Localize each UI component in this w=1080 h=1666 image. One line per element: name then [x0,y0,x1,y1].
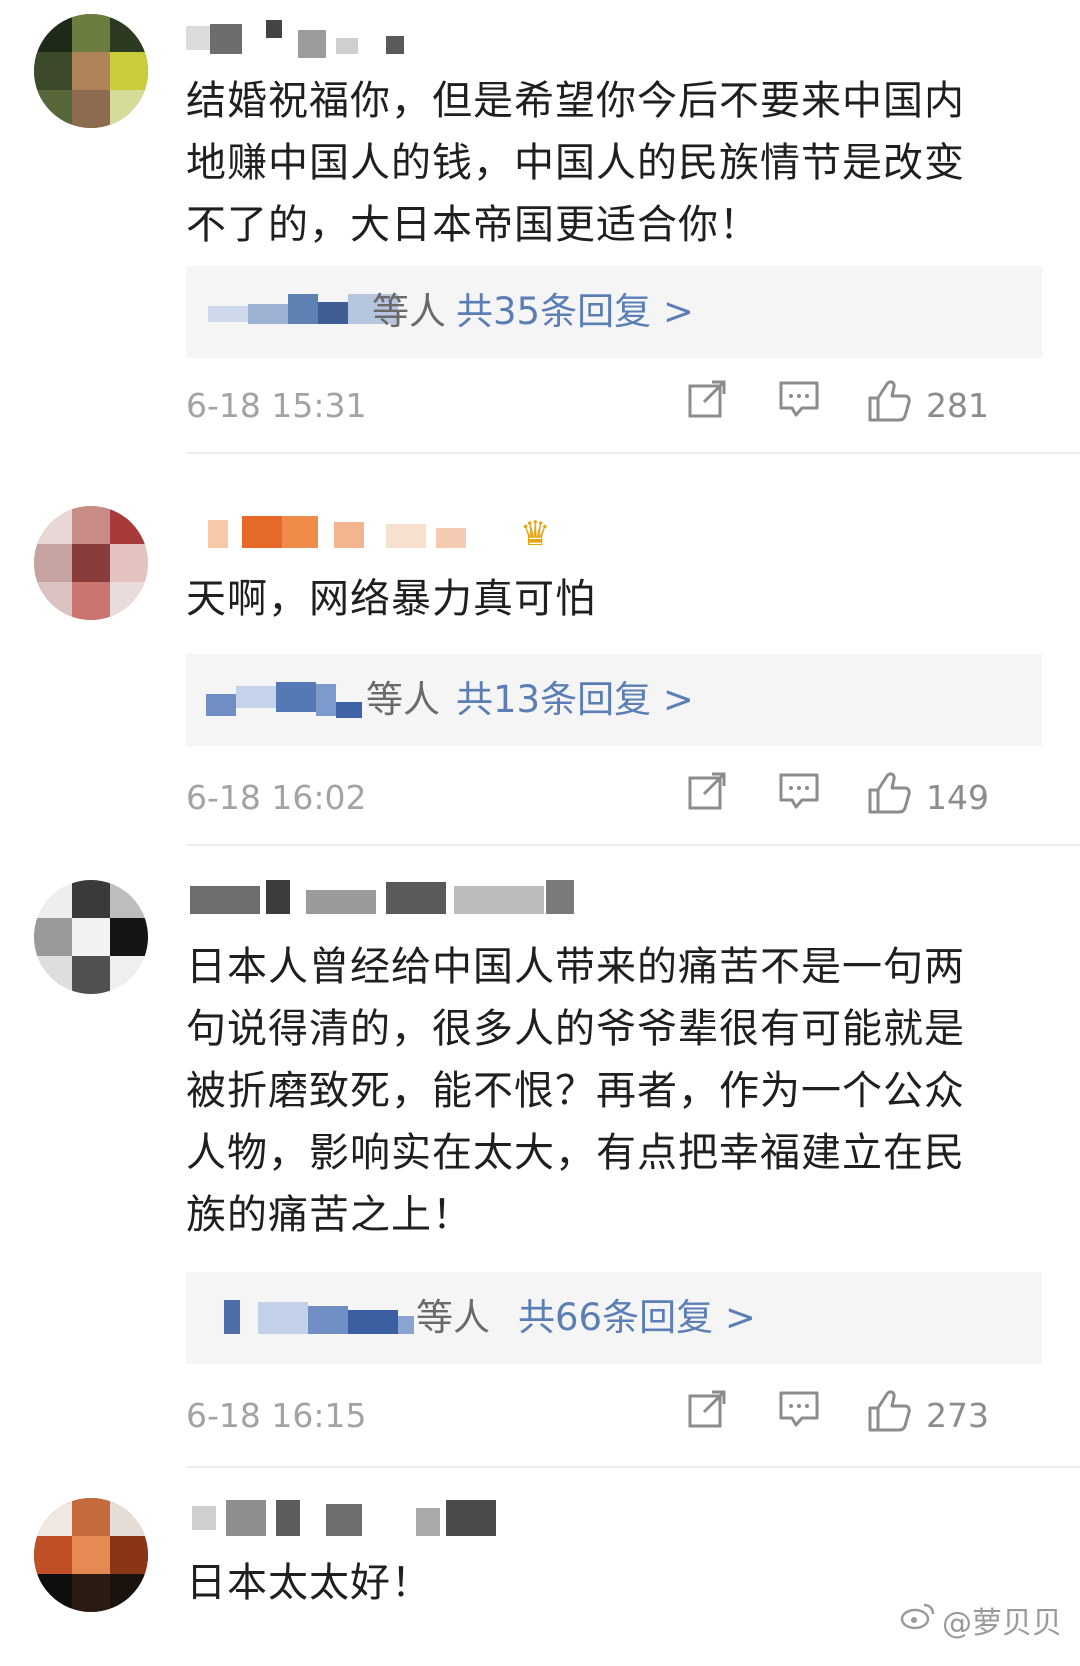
username-pixelated[interactable] [186,20,446,60]
watermark-text: @萝贝贝 [942,1606,1062,1641]
divider [186,844,1080,846]
weibo-logo-icon [900,1601,936,1639]
comment-text: 日本人曾经给中国人带来的痛苦不是一句两 句说得清的，很多人的爷爷辈很有可能就是 … [186,944,965,1238]
comment-date: 6-18 16:02 [186,778,367,817]
replies-box[interactable]: 等人 共66条回复 > [186,1272,1042,1364]
username-pixelated[interactable] [186,880,586,920]
share-icon[interactable] [686,378,728,434]
replier-names-pixelated [206,682,362,720]
thumbs-up-icon[interactable] [866,378,912,434]
meta-row: 6-18 15:31 281 [186,378,1042,434]
username-pixelated[interactable] [186,1500,526,1540]
replier-names-pixelated [208,294,398,332]
divider [186,1466,1080,1468]
comment-icon[interactable] [778,378,820,434]
replies-box[interactable]: 等人 共13条回复 > [186,654,1042,746]
avatar[interactable] [34,880,148,994]
replies-box[interactable]: 等人 共35条回复 > [186,266,1042,358]
replies-label: 等人 [416,1296,490,1339]
replies-label: 等人 [366,678,440,721]
avatar[interactable] [34,1498,148,1612]
share-icon[interactable] [686,1388,728,1444]
thumbs-up-icon[interactable] [866,1388,912,1444]
comment-icon[interactable] [778,770,820,826]
comment-text: 天啊，网络暴力真可怕 [186,576,596,622]
comment-text: 结婚祝福你，但是希望你今后不要来中国内 地赚中国人的钱，中国人的民族情节是改变 … [186,78,965,248]
replies-count-link[interactable]: 共13条回复 > [456,674,694,726]
replies-count-link[interactable]: 共66条回复 > [518,1292,756,1344]
like-count: 149 [926,778,989,817]
meta-row: 6-18 16:02 149 [186,770,1042,826]
watermark: @萝贝贝 [900,1598,1062,1642]
share-icon[interactable] [686,770,728,826]
replier-names-pixelated [224,1300,414,1338]
comment-date: 6-18 15:31 [186,386,367,425]
like-count: 281 [926,386,989,425]
meta-row: 6-18 16:15 273 [186,1388,1042,1444]
avatar[interactable] [34,506,148,620]
avatar[interactable] [34,14,148,128]
replies-label: 等人 [372,290,446,333]
crown-badge-icon: ♛ [520,514,551,554]
comment-icon[interactable] [778,1388,820,1444]
thumbs-up-icon[interactable] [866,770,912,826]
replies-count-link[interactable]: 共35条回复 > [456,286,694,338]
comment-date: 6-18 16:15 [186,1396,367,1435]
username-pixelated[interactable] [186,514,486,554]
divider [186,452,1080,454]
like-count: 273 [926,1396,989,1435]
